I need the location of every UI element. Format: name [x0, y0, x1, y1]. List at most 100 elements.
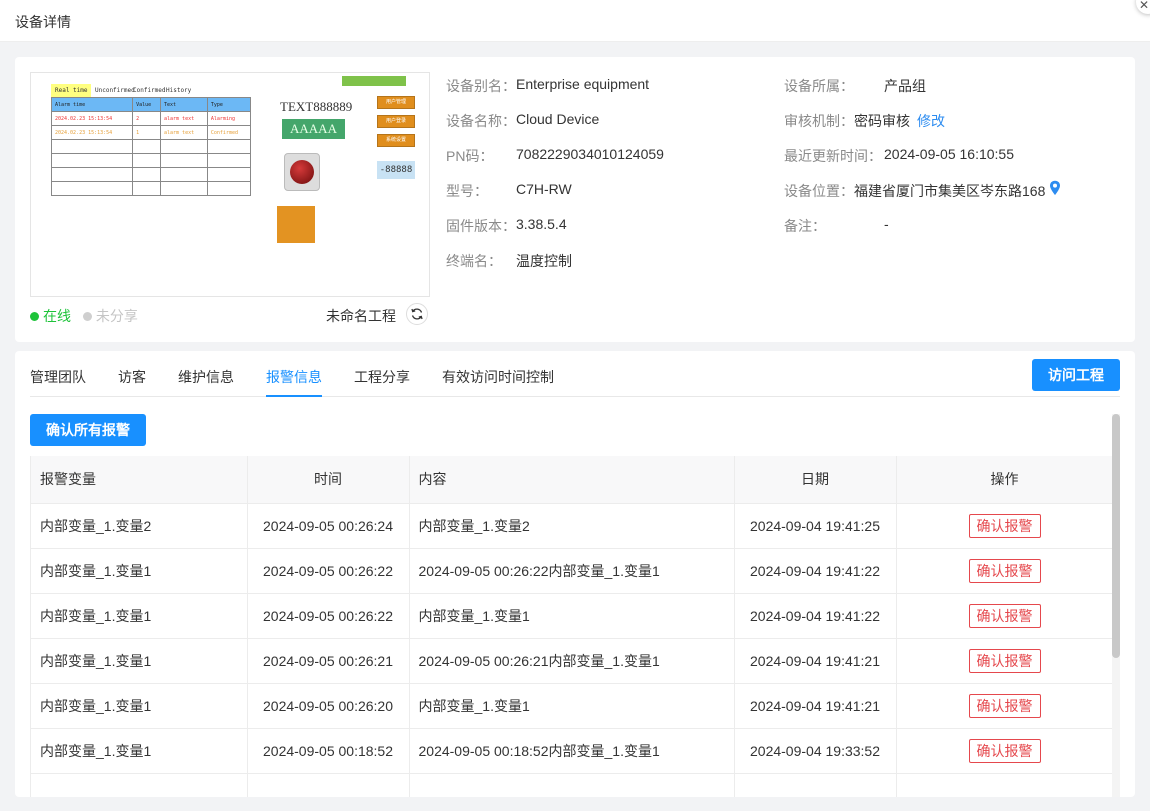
- updated-label: 最近更新时间：: [784, 148, 882, 164]
- audit-edit-link[interactable]: 修改: [917, 111, 945, 131]
- active-tab-underline: [266, 395, 322, 397]
- table-scrollbar[interactable]: [1112, 414, 1120, 797]
- table-row: 内部变量_1.变量2 2024-09-05 00:26:24 内部变量_1.变量…: [31, 503, 1112, 549]
- alarm-time: 2024-09-05 00:26:22: [247, 593, 410, 639]
- preview-tab: Real time: [51, 84, 91, 97]
- alarm-date: 2024-09-04 19:41:25: [734, 503, 897, 549]
- col-header: 日期: [734, 456, 897, 504]
- pn-label: PN码：: [446, 148, 494, 164]
- unshared-dot-icon: [82, 311, 92, 321]
- alarm-variable: 内部变量_1.变量2: [31, 503, 248, 549]
- preview-orange-square: [277, 206, 315, 243]
- map-pin-icon[interactable]: [1049, 180, 1061, 196]
- alarm-content: 内部变量_1.变量1: [409, 683, 735, 729]
- confirm-alarm-button[interactable]: 确认报警: [968, 648, 1041, 673]
- preview-tab: Confirmed: [133, 87, 166, 94]
- preview-cell: 2024.02.23 15:13:54: [50, 125, 134, 140]
- alarm-date: 2024-09-04 19:41:21: [734, 683, 897, 729]
- project-preview[interactable]: Real time Unconfirmed Confirmed History …: [30, 72, 430, 297]
- close-icon: ✕: [1139, 0, 1150, 12]
- preview-alarm-table: Alarm time Value Text Type 2024.02.23 15…: [50, 97, 252, 196]
- share-status: 未分享: [82, 308, 138, 324]
- close-button[interactable]: ✕: [1136, 0, 1150, 14]
- confirm-alarm-button[interactable]: 确认报警: [968, 603, 1041, 628]
- location-value: 福建省厦门市集美区岑东路168: [854, 183, 1046, 199]
- table-header-row: 报警变量 时间 内容 日期 操作: [31, 456, 1112, 504]
- alarm-card: 管理团队 访客 维护信息 报警信息 工程分享 有效访问时间控制 访问工程 确认所…: [15, 351, 1135, 797]
- note-value: -: [884, 216, 889, 232]
- tab-alarms[interactable]: 报警信息: [266, 367, 322, 387]
- preview-number: -88888: [377, 161, 415, 179]
- preview-cell: 1: [132, 125, 161, 140]
- col-header: 操作: [896, 456, 1112, 504]
- preview-text: TEXT888889: [280, 99, 353, 114]
- dialog-title: 设备详情: [15, 14, 71, 30]
- table-row: 内部变量_1.变量1 2024-09-05 00:26:21 2024-09-0…: [31, 638, 1112, 684]
- audit-value: 密码审核: [854, 113, 910, 129]
- alarm-time: 2024-09-05 00:26:20: [247, 683, 410, 729]
- alarm-date: 2024-09-04 19:41:21: [734, 638, 897, 684]
- table-row: 内部变量_1.变量1 2024-09-05 00:26:20 内部变量_1.变量…: [31, 683, 1112, 729]
- group-value: 产品组: [884, 78, 926, 94]
- status-row: 在线 未分享: [30, 306, 138, 324]
- device-info-card: Real time Unconfirmed Confirmed History …: [15, 57, 1135, 342]
- tab-access-time[interactable]: 有效访问时间控制: [442, 367, 554, 387]
- pn-value: 7082229034010124059: [516, 146, 664, 162]
- model-value: C7H-RW: [516, 181, 572, 197]
- alarm-table-wrap: 报警变量 时间 内容 日期 操作 内部变量_1.变量2 2024-09-05 0…: [30, 456, 1112, 797]
- preview-header: Alarm time: [50, 97, 134, 112]
- firmware-value: 3.38.5.4: [516, 216, 567, 232]
- scrollbar-thumb[interactable]: [1112, 414, 1120, 658]
- preview-button: 用户登录: [377, 115, 415, 128]
- alarm-time: 2024-09-05 00:26:22: [247, 548, 410, 594]
- table-row: 内部变量_1.变量1 2024-09-05 00:18:52 2024-09-0…: [31, 728, 1112, 774]
- alarm-date: 2024-09-04 19:33:52: [734, 728, 897, 774]
- terminal-value: 温度控制: [516, 253, 572, 269]
- confirm-alarm-button[interactable]: 确认报警: [968, 693, 1041, 718]
- preview-cell: Confirmed: [206, 125, 252, 140]
- confirm-alarm-button[interactable]: 确认报警: [968, 513, 1041, 538]
- project-name: 未命名工程: [326, 308, 396, 324]
- online-status: 在线: [30, 308, 71, 324]
- alarm-time: 2024-09-05 00:26:24: [247, 503, 410, 549]
- col-header: 时间: [247, 456, 410, 504]
- preview-header: Text: [160, 97, 208, 112]
- preview-header: Type: [206, 97, 252, 112]
- model-label: 型号：: [446, 183, 488, 199]
- preview-cell: 2024.02.23 15:13:54: [50, 111, 134, 126]
- location-label: 设备位置：: [784, 183, 854, 199]
- tab-visitor[interactable]: 访客: [118, 367, 146, 387]
- alarm-date: 2024-09-04 19:41:22: [734, 548, 897, 594]
- preview-button: 系统设置: [377, 134, 415, 147]
- tab-maintenance[interactable]: 维护信息: [178, 367, 234, 387]
- confirm-alarm-button[interactable]: 确认报警: [968, 738, 1041, 763]
- preview-green-bar: [342, 76, 406, 86]
- terminal-label: 终端名：: [446, 253, 502, 269]
- note-label: 备注：: [784, 218, 826, 234]
- audit-label: 审核机制：: [784, 113, 854, 129]
- alarm-content: 内部变量_1.变量1: [409, 593, 735, 639]
- alarm-variable: 内部变量_1.变量1: [31, 638, 248, 684]
- tab-project-share[interactable]: 工程分享: [354, 367, 410, 387]
- confirm-all-alarms-button[interactable]: 确认所有报警: [30, 414, 146, 446]
- alarm-content: 内部变量_1.变量2: [409, 503, 735, 549]
- online-dot-icon: [30, 311, 39, 321]
- visit-project-button[interactable]: 访问工程: [1032, 359, 1120, 391]
- alarm-content: 2024-09-05 00:26:22内部变量_1.变量1: [409, 548, 735, 594]
- preview-tab: History: [166, 87, 192, 94]
- refresh-button[interactable]: [406, 303, 428, 325]
- preview-knob: [284, 153, 320, 191]
- preview-cell: alarm text: [160, 111, 208, 126]
- col-header: 报警变量: [31, 456, 248, 504]
- alarm-variable: 内部变量_1.变量1: [31, 593, 248, 639]
- updated-value: 2024-09-05 16:10:55: [884, 146, 1014, 162]
- tab-team[interactable]: 管理团队: [30, 367, 86, 387]
- refresh-icon: [411, 308, 423, 320]
- preview-header: Value: [132, 97, 161, 112]
- detail-tabs: 管理团队 访客 维护信息 报警信息 工程分享 有效访问时间控制: [30, 351, 1120, 397]
- alias-value: Enterprise equipment: [516, 76, 650, 92]
- alarm-variable: 内部变量_1.变量1: [31, 728, 248, 774]
- alarm-time: 2024-09-05 00:26:21: [247, 638, 410, 684]
- table-row: 内部变量_1.变量1 2024-09-05 00:26:22 内部变量_1.变量…: [31, 593, 1112, 639]
- confirm-alarm-button[interactable]: 确认报警: [968, 558, 1041, 583]
